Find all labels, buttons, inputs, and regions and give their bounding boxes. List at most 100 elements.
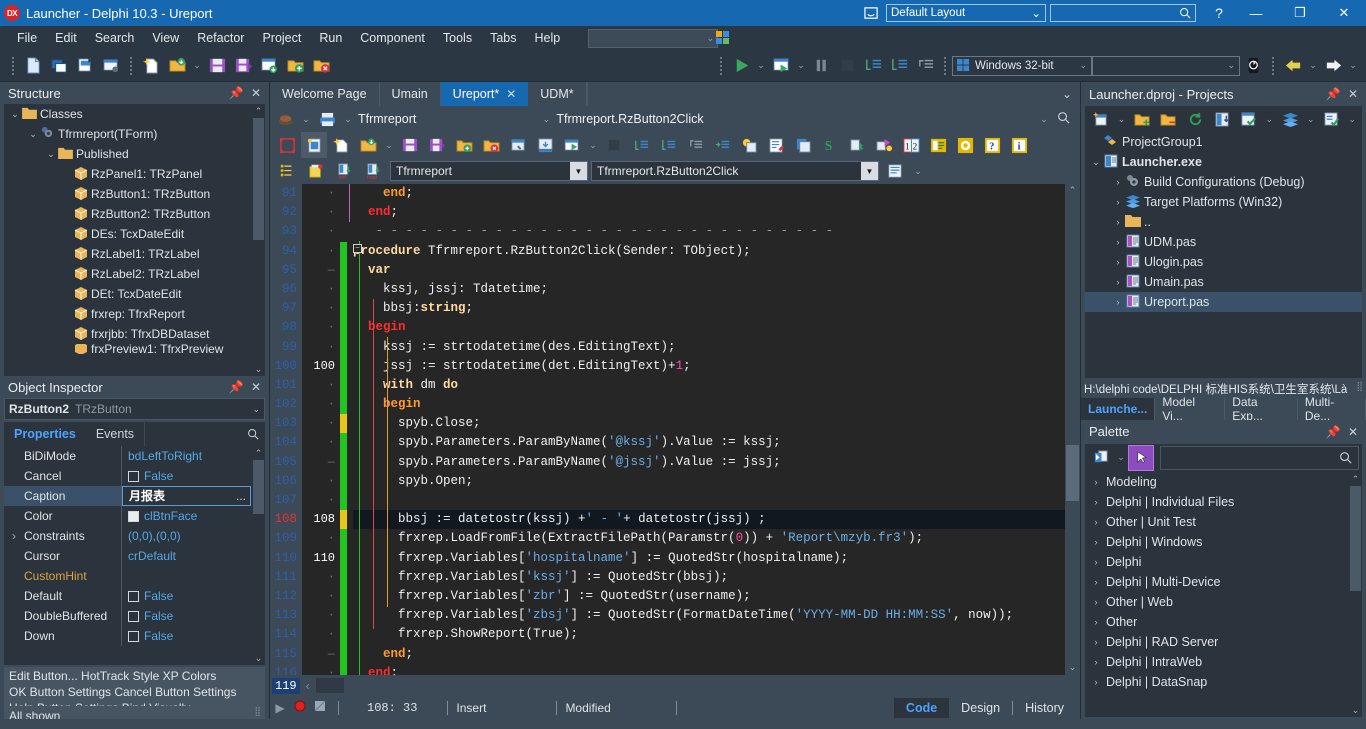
- code-line[interactable]: end;: [353, 664, 1065, 675]
- chevron-down-icon[interactable]: ⌄: [1345, 114, 1359, 125]
- nav-method-name[interactable]: Tfrmreport.RzButton2Click: [556, 112, 703, 126]
- code-line[interactable]: kssj := strtodatetime(des.EditingText);: [353, 338, 1065, 357]
- palette-category[interactable]: › Delphi: [1085, 552, 1362, 572]
- add-breakpoint-icon[interactable]: [844, 132, 870, 158]
- close-button[interactable]: ✕: [1322, 0, 1366, 26]
- refresh-device-icon[interactable]: [1240, 53, 1266, 79]
- chevron-down-icon[interactable]: ⌄: [252, 404, 260, 415]
- palette-search-input[interactable]: [1160, 445, 1359, 470]
- object-select[interactable]: RzButton2 TRzButton ⌄: [4, 398, 265, 421]
- checkbox[interactable]: [128, 470, 139, 482]
- property-grid-scrollbar[interactable]: ⌃ ⌄: [252, 446, 265, 666]
- add-folder-icon[interactable]: [1129, 106, 1155, 132]
- new-class-icon[interactable]: [303, 158, 329, 184]
- structure-tree[interactable]: ⌄ Classes ⌄ Tfrmreport(TForm) ⌄ Publishe…: [4, 104, 265, 377]
- pause-icon[interactable]: [808, 53, 834, 79]
- tab-welcome-page[interactable]: Welcome Page: [270, 82, 380, 106]
- chevron-down-icon[interactable]: ▼: [570, 162, 587, 180]
- selection-arrow-icon[interactable]: [1128, 444, 1154, 471]
- tab-launcher[interactable]: Launche...: [1081, 397, 1156, 420]
- chevron-down-icon[interactable]: ⌄: [382, 140, 396, 151]
- bookmark-icon[interactable]: [310, 700, 330, 715]
- palette-category[interactable]: › Other | Unit Test: [1085, 512, 1362, 532]
- tab-ureport[interactable]: Ureport* ✕: [440, 82, 529, 106]
- tree-node[interactable]: ⌄ Classes: [4, 104, 265, 124]
- code-line[interactable]: frxrep.LoadFromFile(ExtractFilePath(Para…: [353, 529, 1065, 548]
- add-file-icon[interactable]: [451, 132, 477, 158]
- chevron-down-icon[interactable]: ⌄: [1262, 114, 1276, 125]
- code-line[interactable]: spyb.Parameters.ParamByName('@jssj').Val…: [353, 453, 1065, 472]
- menu-item-help[interactable]: Help: [526, 26, 570, 50]
- palette-scrollbar[interactable]: ⌃ ⌄: [1349, 471, 1362, 717]
- code-line[interactable]: kssj, jssj: Tdatetime;: [353, 280, 1065, 299]
- tree-node[interactable]: frxrep: TfrxReport: [4, 304, 265, 324]
- run-without-debug-icon[interactable]: [768, 53, 794, 79]
- tab-list-chevron-down-icon[interactable]: ⌄: [1054, 82, 1080, 106]
- tab-properties[interactable]: Properties: [4, 422, 86, 447]
- property-value[interactable]: bdLeftToRight: [122, 446, 265, 466]
- list-view-icon[interactable]: [882, 158, 908, 184]
- chevron-right-icon[interactable]: ›: [1111, 237, 1125, 247]
- stop-icon[interactable]: [834, 53, 860, 79]
- sync-edit-icon[interactable]: S: [817, 132, 843, 158]
- menu-item-component[interactable]: Component: [351, 26, 434, 50]
- collapse-arrow-icon[interactable]: ‹: [306, 679, 310, 693]
- run-to-cursor-icon[interactable]: [912, 53, 938, 79]
- tree-node-projectgroup[interactable]: ProjectGroup1: [1085, 132, 1362, 152]
- chevron-down-icon[interactable]: ⌄: [754, 60, 768, 71]
- resize-grip-icon[interactable]: ⣿: [1356, 381, 1363, 392]
- trace-into-icon[interactable]: [655, 132, 681, 158]
- save-all-icon[interactable]: [230, 53, 256, 79]
- code-line[interactable]: - - - - - - - - - - - - - - - - - - - - …: [353, 222, 1065, 241]
- palette-category[interactable]: › Delphi | IntraWeb: [1085, 652, 1362, 672]
- options-icon[interactable]: [505, 132, 531, 158]
- property-value[interactable]: False: [122, 466, 265, 486]
- new-unit-icon[interactable]: [72, 53, 98, 79]
- chevron-right-icon[interactable]: ›: [1089, 577, 1103, 587]
- refresh-icon[interactable]: [1183, 106, 1209, 132]
- copy-icon[interactable]: [790, 132, 816, 158]
- structure-view-icon[interactable]: [274, 158, 300, 184]
- menu-item-project[interactable]: Project: [253, 26, 310, 50]
- scroll-down-icon[interactable]: ⌄: [1352, 703, 1360, 717]
- scrollbar-thumb[interactable]: [253, 118, 264, 241]
- target-platforms-icon[interactable]: [1277, 106, 1303, 132]
- forward-navigation-icon[interactable]: [1320, 53, 1346, 79]
- palette-category-list[interactable]: › Modeling › Delphi | Individual Files › Ot…: [1085, 471, 1362, 717]
- code-line[interactable]: bbsj:string;: [353, 299, 1065, 318]
- chevron-right-icon[interactable]: ›: [1111, 197, 1125, 207]
- status-line-3[interactable]: Help Button Settings Bind Visually...: [9, 700, 260, 706]
- tab-data-explorer[interactable]: Data Exp...: [1225, 395, 1298, 423]
- palette-category[interactable]: › Other: [1085, 612, 1362, 632]
- chevron-down-icon[interactable]: ⌄: [539, 114, 553, 125]
- palette-category[interactable]: › Other | Web: [1085, 592, 1362, 612]
- chevron-down-icon[interactable]: ⌄: [299, 114, 313, 125]
- class-icon[interactable]: [274, 112, 296, 127]
- edit-icon[interactable]: [763, 132, 789, 158]
- chevron-down-icon[interactable]: ⌄: [1037, 114, 1051, 125]
- step-out-icon[interactable]: [682, 132, 708, 158]
- property-row[interactable]: CustomHint: [4, 566, 265, 587]
- scrollbar-thumb[interactable]: [1350, 485, 1361, 591]
- tree-node[interactable]: frxPreview1: TfrxPreview: [4, 344, 265, 355]
- view-tab-history[interactable]: History: [1013, 698, 1076, 718]
- open-file-icon[interactable]: [355, 132, 381, 158]
- chevron-down-icon[interactable]: ⌄: [44, 149, 58, 160]
- tab-udm[interactable]: UDM*: [528, 82, 587, 106]
- code-line[interactable]: end;: [353, 645, 1065, 664]
- property-row[interactable]: Color clBtnFace: [4, 506, 265, 527]
- color-swatch-icon[interactable]: [716, 31, 730, 45]
- tree-node[interactable]: ⌄ Tfrmreport(TForm): [4, 124, 265, 144]
- code-line[interactable]: begin: [353, 395, 1065, 414]
- property-value[interactable]: False: [122, 626, 265, 646]
- view-tab-code[interactable]: Code: [893, 697, 950, 718]
- tree-node[interactable]: DEt: TcxDateEdit: [4, 284, 265, 304]
- property-value[interactable]: (0,0),(0,0): [122, 526, 265, 546]
- play-icon[interactable]: ▶: [270, 701, 290, 715]
- chevron-right-icon[interactable]: ›: [1089, 657, 1103, 667]
- scrollbar-thumb[interactable]: [253, 460, 264, 515]
- palette-category[interactable]: › Delphi | RAD Server: [1085, 632, 1362, 652]
- code-line[interactable]: frxrep.ShowReport(True);: [353, 625, 1065, 644]
- checkbox[interactable]: [128, 610, 139, 622]
- global-search-input[interactable]: [1050, 4, 1196, 22]
